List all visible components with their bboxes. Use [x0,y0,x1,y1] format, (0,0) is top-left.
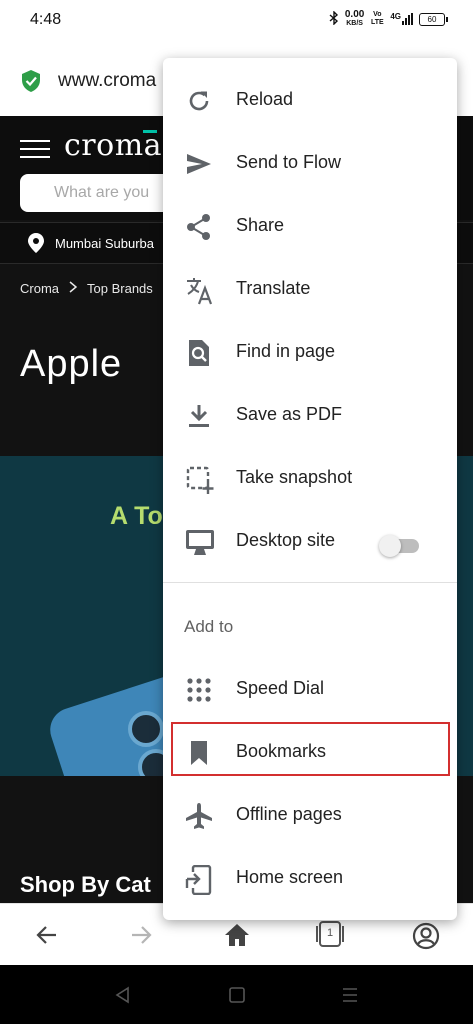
hamburger-menu-icon[interactable] [20,140,50,164]
menu-item-take-snapshot[interactable]: Take snapshot [163,447,457,509]
menu-item-label: Send to Flow [236,152,342,172]
menu-item-translate[interactable]: Translate [163,258,457,320]
forward-arrow-icon[interactable] [128,922,154,953]
menu-item-label: Share [236,215,285,235]
nav-home-icon[interactable] [228,986,246,1009]
status-bar: 4:48 0.00 KB/S Vo LTE 4G 60 [0,0,473,42]
find-in-page-icon [185,339,213,367]
logo-accent [143,130,157,133]
menu-item-offline-pages[interactable]: Offline pages [163,784,457,846]
nav-back-icon[interactable] [114,986,132,1009]
network-speed-value: 0.00 [344,9,365,20]
menu-item-reload[interactable]: Reload [163,69,457,131]
menu-item-label: Take snapshot [236,467,353,487]
add-to-section-label: Add to [184,617,234,636]
bookmarks-highlight-box [171,722,450,776]
menu-item-find-in-page[interactable]: Find in page [163,321,457,383]
desktop-site-toggle[interactable] [379,535,421,557]
volte-indicator: Vo LTE [370,11,384,26]
share-icon [185,213,213,241]
send-icon [185,150,213,178]
shop-by-category-title: Shop By Cat [20,872,151,897]
camera-lens-image [128,711,164,747]
toggle-thumb [379,535,401,557]
browser-overflow-menu: Reload Send to Flow Share Translate Find… [163,58,457,920]
battery-icon: 60 [419,12,448,26]
location-pin-icon [27,232,45,259]
signal-icon [402,13,413,25]
menu-item-label: Find in page [236,341,336,361]
banner-headline: A To [110,502,163,530]
home-icon[interactable] [223,922,251,953]
snapshot-icon [185,465,214,494]
airplane-icon [185,802,213,830]
breadcrumb: Croma Top Brands [20,281,153,296]
speed-dial-icon [185,676,213,704]
network-type: 4G [390,11,401,21]
menu-item-desktop-site[interactable]: Desktop site [163,510,457,572]
nav-recents-icon[interactable] [341,986,359,1009]
menu-item-label: Reload [236,89,294,109]
menu-item-label: Desktop site [236,530,336,550]
menu-item-label: Speed Dial [236,678,325,698]
home-screen-icon [185,864,213,896]
desktop-icon [185,528,214,556]
page-title: Apple [20,343,123,385]
network-speed-unit: KB/S [346,20,363,27]
menu-item-home-screen[interactable]: Home screen [163,847,457,909]
site-search-placeholder: What are you [54,184,150,201]
secure-shield-icon[interactable] [20,69,42,98]
breadcrumb-croma[interactable]: Croma [20,281,59,296]
menu-item-speed-dial[interactable]: Speed Dial [163,658,457,720]
chevron-right-icon [69,281,78,296]
reload-icon [185,87,213,115]
menu-item-label: Save as PDF [236,404,343,424]
menu-item-send-to-flow[interactable]: Send to Flow [163,132,457,194]
network-speed: 0.00 KB/S [345,10,364,28]
location-text: Mumbai Suburba [55,236,154,251]
menu-item-label: Offline pages [236,804,342,824]
download-icon [185,402,213,430]
tabs-icon[interactable]: 1 [314,920,346,953]
profile-icon[interactable] [412,922,440,955]
tab-count: 1 [327,927,334,939]
status-icons: 0.00 KB/S Vo LTE 4G 60 [329,9,448,28]
back-arrow-icon[interactable] [34,922,60,953]
status-time: 4:48 [30,11,62,28]
bluetooth-icon [329,9,339,28]
croma-logo[interactable]: croma [64,128,162,163]
menu-item-label: Home screen [236,867,344,887]
menu-item-save-as-pdf[interactable]: Save as PDF [163,384,457,446]
translate-icon [185,276,213,305]
system-navigation-bar [0,965,473,1024]
menu-item-label: Translate [236,278,311,298]
url-text[interactable]: www.croma [58,70,156,92]
breadcrumb-top-brands[interactable]: Top Brands [87,281,153,296]
menu-divider [163,582,457,583]
menu-item-share[interactable]: Share [163,195,457,257]
